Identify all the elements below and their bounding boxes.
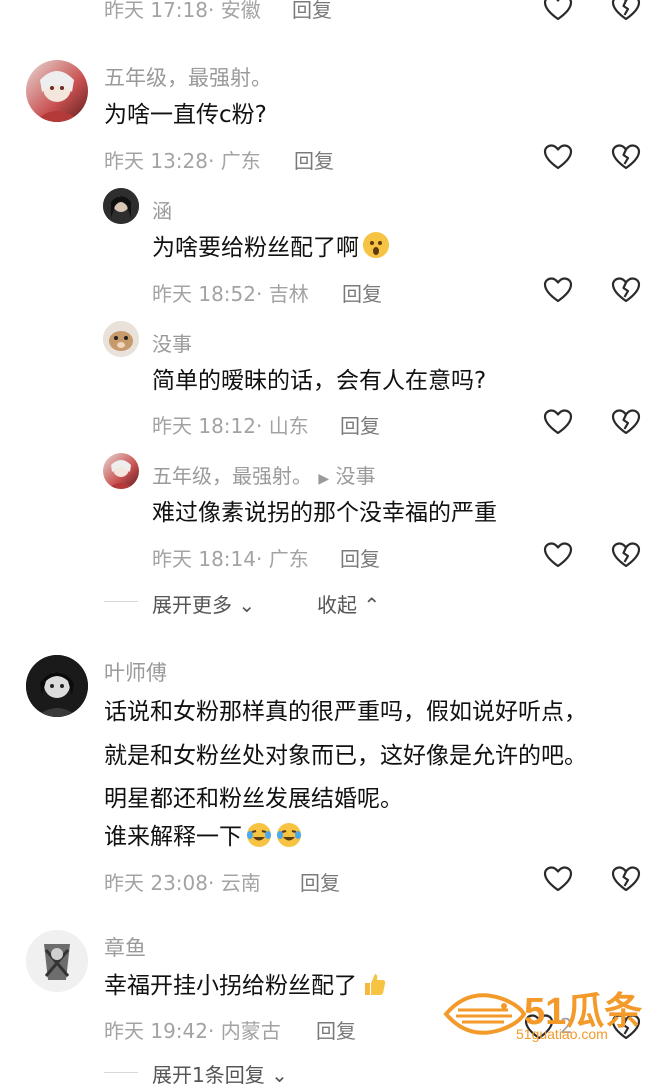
- chevron-down-icon: ⌄: [238, 593, 256, 617]
- reply-button[interactable]: 回复: [340, 543, 380, 572]
- avatar[interactable]: [26, 655, 88, 717]
- comment-text-line: 话说和女粉那样真的很严重吗，假如说好听点，: [104, 699, 587, 725]
- avatar[interactable]: [103, 188, 139, 224]
- dislike-icon[interactable]: [611, 865, 641, 893]
- shocked-emoji-icon: [363, 232, 389, 258]
- comment-meta: 昨天 18:52· 吉林: [152, 282, 309, 306]
- comment-text-line: 明星都还和粉丝发展结婚呢。: [104, 786, 403, 812]
- comment-meta: 昨天 23:08· 云南: [104, 871, 261, 895]
- reply-button[interactable]: 回复: [340, 410, 380, 439]
- username[interactable]: 没事: [152, 328, 192, 357]
- divider: [104, 601, 138, 602]
- comment-text: 难过像素说拐的那个没幸福的严重: [152, 500, 497, 526]
- reply-button[interactable]: 回复: [294, 145, 334, 174]
- username[interactable]: 章鱼: [104, 932, 146, 962]
- reply-button[interactable]: 回复: [342, 278, 382, 307]
- comment-text: 为啥一直传c粉?: [104, 102, 267, 128]
- dislike-icon[interactable]: [611, 408, 641, 436]
- reply-arrow-icon: ▶: [318, 471, 330, 487]
- like-icon[interactable]: [543, 276, 573, 304]
- divider: [104, 1072, 138, 1073]
- comment-text: 幸福开挂小拐给粉丝配了: [104, 966, 387, 1006]
- username[interactable]: 五年级，最强射。 ▶ 没事: [152, 460, 376, 489]
- avatar[interactable]: [103, 321, 139, 357]
- like-icon[interactable]: [543, 408, 573, 436]
- reply-button[interactable]: 回复: [316, 1015, 356, 1044]
- username[interactable]: 涵: [152, 195, 172, 224]
- like-icon[interactable]: [543, 865, 573, 893]
- chevron-down-icon: ⌄: [271, 1063, 288, 1087]
- avatar[interactable]: [26, 930, 88, 992]
- comment-meta: 昨天 18:12· 山东: [152, 414, 309, 438]
- comment-text: 为啥要给粉丝配了啊: [152, 228, 389, 268]
- expand-more-button[interactable]: 展开更多 ⌄: [152, 589, 255, 618]
- reply-target[interactable]: 没事: [336, 464, 376, 488]
- reply-button[interactable]: 回复: [300, 867, 340, 896]
- thumbs-up-emoji-icon: [361, 970, 387, 996]
- fish-logo-icon: [443, 993, 527, 1035]
- dislike-icon[interactable]: [611, 0, 641, 22]
- dislike-icon[interactable]: [611, 541, 641, 569]
- comment-text-line: 就是和女粉丝处对象而已，这好像是允许的吧。: [104, 743, 587, 769]
- username[interactable]: 五年级，最强射。: [104, 62, 272, 92]
- chevron-up-icon: ⌃: [363, 593, 381, 617]
- comment-meta: 昨天 17:18· 安徽: [104, 0, 261, 22]
- like-icon[interactable]: [543, 541, 573, 569]
- laugh-cry-emoji-icon: [276, 821, 302, 847]
- avatar[interactable]: [26, 60, 88, 122]
- comment-text: 简单的暧昧的话，会有人在意吗?: [152, 368, 487, 394]
- reply-button[interactable]: 回复: [292, 0, 332, 23]
- comment-text-line: 谁来解释一下: [104, 817, 302, 857]
- like-icon[interactable]: [543, 0, 573, 22]
- watermark-logo: 51瓜条 51guatiao.com: [438, 980, 660, 1046]
- dislike-icon[interactable]: [611, 143, 641, 171]
- username[interactable]: 叶师傅: [104, 657, 167, 687]
- comment-meta: 昨天 13:28· 广东: [104, 149, 261, 173]
- comment-meta: 昨天 19:42· 内蒙古: [104, 1019, 281, 1043]
- collapse-button[interactable]: 收起 ⌃: [317, 589, 380, 618]
- watermark-url: 51guatiao.com: [516, 1026, 608, 1042]
- like-icon[interactable]: [543, 143, 573, 171]
- laugh-cry-emoji-icon: [246, 821, 272, 847]
- expand-replies-button[interactable]: 展开1条回复 ⌄: [152, 1059, 288, 1088]
- comment-meta: 昨天 18:14· 广东: [152, 547, 309, 571]
- avatar[interactable]: [103, 453, 139, 489]
- dislike-icon[interactable]: [611, 276, 641, 304]
